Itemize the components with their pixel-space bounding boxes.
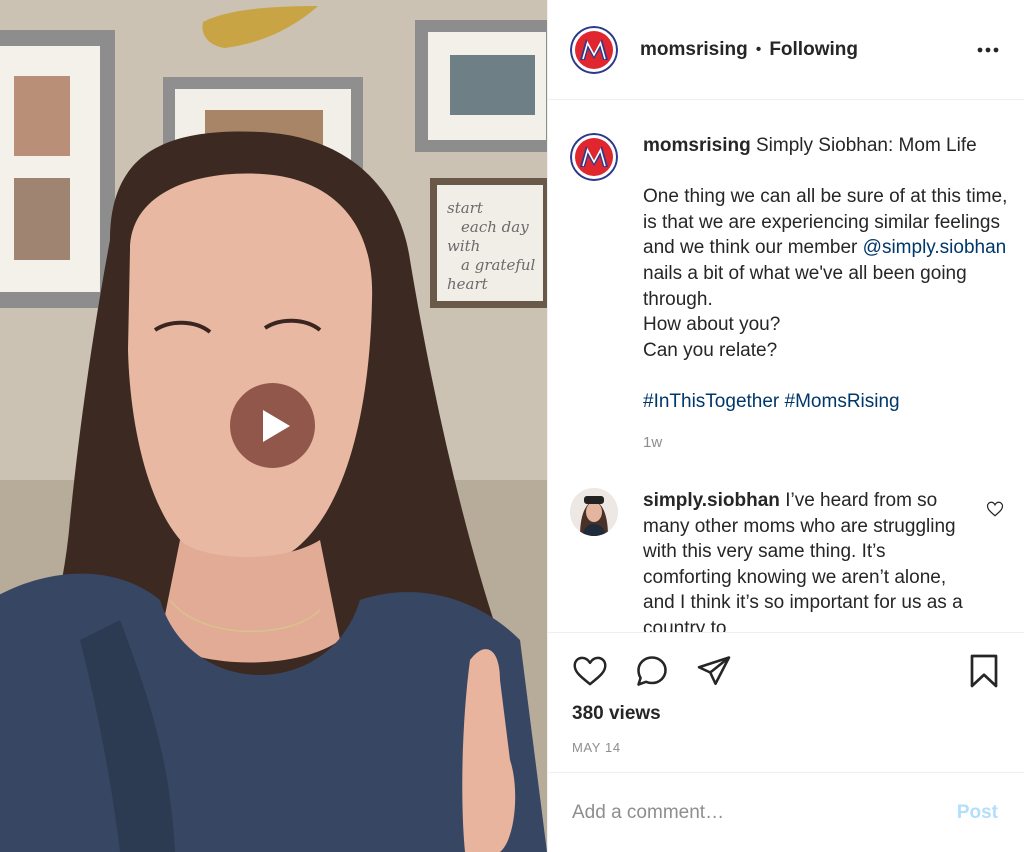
caption-mention-link[interactable]: @simply.siobhan [863,237,1007,258]
add-comment-input[interactable] [572,801,957,824]
commenter-username[interactable]: simply.siobhan [643,490,780,511]
like-button[interactable] [572,653,608,689]
post-video[interactable]: start each day with a grateful heart [0,0,547,852]
share-icon [697,656,731,686]
post-comment-button[interactable]: Post [957,802,998,824]
action-icons [572,653,1002,689]
wall-sign-line: heart [447,275,489,293]
wall-sign-line: with [447,237,480,255]
comment-like-button[interactable] [986,500,1004,518]
wall-sign-line: each day [461,218,529,236]
following-button[interactable]: Following [769,39,858,61]
wall-sign-line: a grateful [461,256,536,274]
comment-icon [637,656,667,686]
commenter-avatar-image [570,488,618,536]
header-separator: • [755,40,762,58]
share-button[interactable] [696,653,732,689]
comments-list[interactable]: momsrising Simply Siobhan: Mom Life One … [548,101,1024,632]
bookmark-icon [970,654,998,688]
heart-icon [986,501,1004,517]
commenter-avatar[interactable] [570,488,618,536]
add-comment-bar: Post [548,772,1024,852]
view-count[interactable]: 380 views [572,703,661,725]
caption-text-after-mention: nails a bit of what we've all been going… [643,262,967,310]
post-actions: 380 views MAY 14 [548,632,1024,755]
wall-sign-line: start [447,199,484,217]
caption-timestamp[interactable]: 1w [643,430,1013,456]
comment-body: I’ve heard from so many other moms who a… [643,490,963,632]
header-username[interactable]: momsrising [640,39,748,61]
play-icon [262,409,290,442]
caption-avatar[interactable] [570,133,618,181]
caption-question-2: Can you relate? [643,339,778,361]
play-button[interactable] [230,383,315,468]
caption-username[interactable]: momsrising [643,135,751,156]
more-options-button[interactable] [976,38,1000,62]
caption-hashtags[interactable]: #InThisTogether #MomsRising [643,389,1013,415]
post-date[interactable]: MAY 14 [572,740,621,755]
post-header: momsrising • Following [548,0,1024,100]
post-details-panel: momsrising • Following momsrising Simply [547,0,1024,852]
caption-title: Simply Siobhan: Mom Life [755,135,977,156]
comment-button[interactable] [634,653,670,689]
caption-question-1: How about you? [643,314,781,336]
more-options-icon [977,47,999,52]
save-button[interactable] [966,653,1002,689]
comment-text: simply.siobhan I’ve heard from so many o… [643,488,963,632]
momsrising-avatar[interactable] [570,25,618,74]
caption-text: momsrising Simply Siobhan: Mom Life One … [643,133,1013,455]
caption-spacer-2 [643,363,1013,389]
heart-icon [573,656,607,686]
